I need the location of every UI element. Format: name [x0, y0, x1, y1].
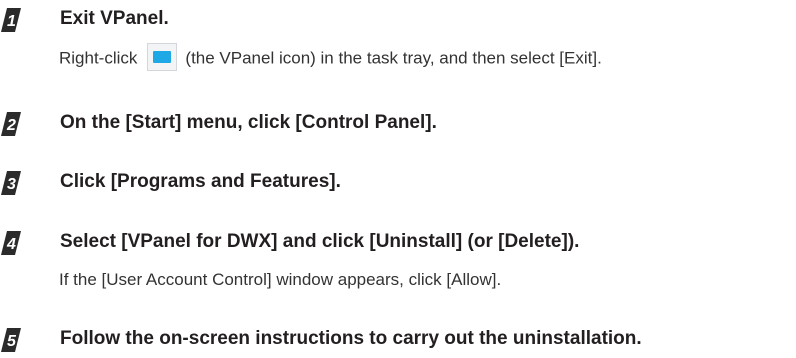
step-number-5-icon: 5 [0, 327, 22, 353]
uninstall-steps: 1 Exit VPanel. Right-click (the VPanel ic… [0, 0, 796, 358]
step-1-note-before-icon: Right-click [59, 48, 138, 68]
step-4-title: Select [VPanel for DWX] and click [Unins… [60, 231, 580, 252]
step-4-note: If the [User Account Control] window app… [59, 270, 502, 289]
step-number-2: 2 [6, 117, 16, 134]
step-number-3: 3 [7, 176, 16, 193]
step-1-title: Exit VPanel. [60, 8, 169, 29]
step-number-4-icon: 4 [0, 230, 22, 256]
step-number-1-icon: 1 [0, 7, 22, 33]
step-5-title: Follow the on-screen instructions to car… [60, 328, 642, 349]
step-number-1: 1 [7, 13, 16, 30]
step-number-5: 5 [7, 333, 17, 350]
step-number-2-icon: 2 [0, 111, 22, 137]
vpanel-icon [147, 43, 178, 71]
step-number-4: 4 [6, 236, 16, 253]
step-3-title: Click [Programs and Features]. [60, 171, 341, 192]
step-1-note-after-icon: (the VPanel icon) in the task tray, and … [185, 48, 602, 68]
step-2-title: On the [Start] menu, click [Control Pane… [60, 112, 437, 133]
step-1-note: Right-click (the VPanel icon) in the task… [59, 43, 602, 73]
step-number-3-icon: 3 [0, 170, 22, 196]
